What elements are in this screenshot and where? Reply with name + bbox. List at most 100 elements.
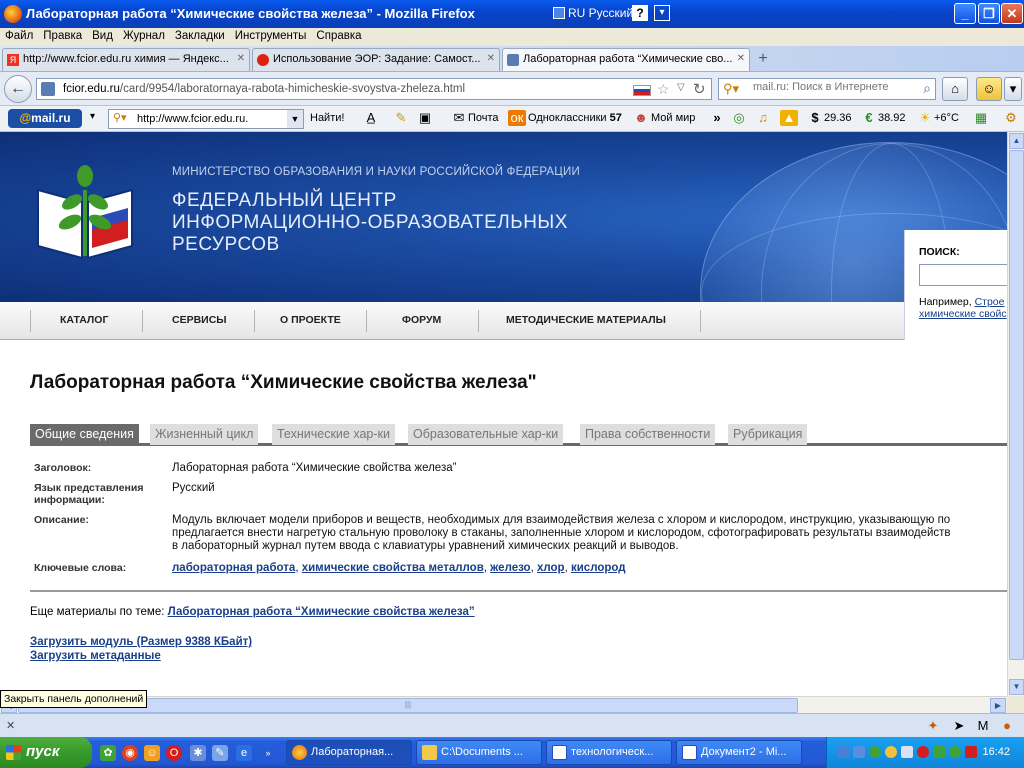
tray-icq-icon[interactable] xyxy=(933,746,945,758)
mailru-search-value[interactable]: http://www.fcior.edu.ru. xyxy=(137,113,248,125)
addon-circle-icon[interactable]: ◎ xyxy=(730,110,748,126)
games-icon[interactable]: ▲ xyxy=(780,110,798,126)
new-tab-button[interactable]: + xyxy=(752,50,774,68)
quicklaunch-tools-icon[interactable]: ✱ xyxy=(190,745,206,761)
search-example-link-2[interactable]: химические свойс xyxy=(919,308,1007,320)
site-search-input[interactable] xyxy=(919,264,1007,286)
start-button[interactable]: пуск xyxy=(0,737,92,768)
search-bar[interactable]: ⚲▾ ⌕ xyxy=(718,78,936,100)
tab-rubrication[interactable]: Рубрикация xyxy=(728,424,808,445)
quicklaunch-agent-icon[interactable]: ☺ xyxy=(144,745,160,761)
help-button[interactable]: ? xyxy=(632,5,648,21)
close-tab-icon[interactable]: ✕ xyxy=(487,53,495,64)
menu-help[interactable]: Справка xyxy=(311,28,366,44)
nav-forum[interactable]: ФОРУМ xyxy=(402,314,441,326)
tab-technical[interactable]: Технические хар-ки xyxy=(272,424,395,445)
quicklaunch-opera-icon[interactable]: O xyxy=(166,745,182,761)
odnoklassniki-link[interactable]: Одноклассники 57 xyxy=(528,112,622,124)
music-icon[interactable]: ♫ xyxy=(754,110,772,126)
cursor-icon[interactable]: ➤ xyxy=(950,718,968,734)
browser-tab-fcior[interactable]: Лабораторная работа “Химические сво... ✕ xyxy=(502,48,750,71)
nav-catalog[interactable]: КАТАЛОГ xyxy=(60,314,108,326)
tray-network2-icon[interactable] xyxy=(853,746,865,758)
menu-edit[interactable]: Правка xyxy=(38,28,87,44)
tray-smile-icon[interactable] xyxy=(885,746,897,758)
screen-icon[interactable]: ▣ xyxy=(416,110,434,126)
nav-services[interactable]: СЕРВИСЫ xyxy=(172,314,227,326)
mailru-menu-dropdown-icon[interactable]: ▾ xyxy=(90,111,95,122)
mailru-search-combo[interactable]: ⚲▾ http://www.fcior.edu.ru. ▼ xyxy=(108,109,304,129)
window-title-bar[interactable]: Лабораторная работа “Химические свойства… xyxy=(0,0,1024,28)
tab-rights[interactable]: Права собственности xyxy=(580,424,716,445)
scroll-thumb[interactable] xyxy=(1009,150,1024,660)
close-addon-bar-icon[interactable]: ✕ xyxy=(6,719,15,732)
quicklaunch-more-icon[interactable]: » xyxy=(260,745,276,761)
myworld-link[interactable]: Мой мир xyxy=(651,112,695,124)
nav-about[interactable]: О ПРОЕКТЕ xyxy=(280,314,341,326)
mail-link[interactable]: Почта xyxy=(468,112,499,124)
scroll-down-arrow[interactable]: ▼ xyxy=(1009,679,1024,695)
quicklaunch-app-icon[interactable]: ✎ xyxy=(212,745,228,761)
horoscope-icon[interactable]: ▦ xyxy=(972,110,990,126)
mailru-logo[interactable]: @mail.ru xyxy=(8,109,82,128)
more-materials-link[interactable]: Лабораторная работа “Химические свойства… xyxy=(168,606,475,618)
gmail-icon[interactable]: M xyxy=(974,718,992,734)
keyword-link[interactable]: лабораторная работа xyxy=(172,562,295,574)
keyword-link[interactable]: химические свойства металлов xyxy=(302,562,484,574)
keyword-link[interactable]: железо xyxy=(490,562,530,574)
tray-volume-icon[interactable] xyxy=(901,746,913,758)
search-go-icon[interactable]: ⌕ xyxy=(923,80,931,97)
tab-educational[interactable]: Образовательные хар-ки xyxy=(408,424,564,445)
browser-tab-eor[interactable]: Использование ЭОР: Задание: Самост... ✕ xyxy=(252,48,500,71)
tab-general-info[interactable]: Общие сведения xyxy=(30,424,139,445)
language-bar-options-icon[interactable]: ▾ xyxy=(654,5,670,21)
close-tab-icon[interactable]: ✕ xyxy=(237,53,245,64)
addon-face-icon[interactable]: ☺ xyxy=(976,77,1002,101)
quicklaunch-ie-icon[interactable]: e xyxy=(236,745,252,761)
quicklaunch-chrome-icon[interactable]: ◉ xyxy=(122,745,138,761)
tray-opera-icon[interactable] xyxy=(917,746,929,758)
bookmark-star-icon[interactable]: ☆ xyxy=(657,81,670,98)
minimize-button[interactable]: _ xyxy=(954,3,976,24)
reload-icon[interactable]: ↻ xyxy=(693,80,706,98)
mailru-search-engine-icon[interactable]: ⚲▾ xyxy=(723,81,739,97)
menu-bookmarks[interactable]: Закладки xyxy=(170,28,230,44)
clock[interactable]: 16:42 xyxy=(982,746,1010,758)
vertical-scrollbar[interactable]: ▲ ▼ xyxy=(1007,132,1024,696)
taskbar-item-firefox[interactable]: Лабораторная... xyxy=(286,740,412,765)
search-input[interactable] xyxy=(753,81,913,93)
more-chevron-icon[interactable]: » xyxy=(708,110,726,126)
language-indicator[interactable]: RU Русский xyxy=(553,6,633,20)
maximize-button[interactable]: ❐ xyxy=(978,3,1000,24)
settings-gear-icon[interactable]: ⚙ xyxy=(1002,110,1020,126)
highlighter-icon[interactable]: ✎ xyxy=(392,110,410,126)
firefox-small-icon[interactable]: ● xyxy=(998,718,1016,734)
scroll-right-arrow[interactable]: ▶ xyxy=(990,698,1006,713)
font-size-icon[interactable]: A̲ xyxy=(362,110,380,126)
keyword-link[interactable]: кислород xyxy=(571,562,626,574)
browser-tab-yandex[interactable]: Я http://www.fcior.edu.ru химия — Яндекс… xyxy=(2,48,250,71)
fcior-emblem-logo[interactable] xyxy=(32,160,138,266)
combo-arrow-icon[interactable]: ▼ xyxy=(287,110,303,128)
url-dropdown-icon[interactable]: ▽ xyxy=(677,82,685,93)
tray-torrent-icon[interactable] xyxy=(949,746,961,758)
nav-methodical-materials[interactable]: МЕТОДИЧЕСКИЕ МАТЕРИАЛЫ xyxy=(506,314,666,326)
search-engine-icon[interactable]: ⚲▾ xyxy=(113,111,127,124)
download-module-link[interactable]: Загрузить модуль (Размер 9388 КБайт) xyxy=(30,636,252,648)
taskbar-item-word-1[interactable]: технологическ... xyxy=(546,740,672,765)
horizontal-scrollbar[interactable]: ◀ ||| ▶ xyxy=(0,696,1007,713)
menu-tools[interactable]: Инструменты xyxy=(230,28,312,44)
find-button[interactable]: Найти! xyxy=(310,112,344,124)
taskbar-item-word-2[interactable]: Документ2 - Mi... xyxy=(676,740,802,765)
taskbar-item-explorer[interactable]: C:\Documents ... xyxy=(416,740,542,765)
tray-network-icon[interactable] xyxy=(837,746,849,758)
url-text[interactable]: fcior.edu.ru/card/9954/laboratornaya-rab… xyxy=(63,83,465,95)
home-button[interactable]: ⌂ xyxy=(942,77,968,101)
myworld-icon[interactable]: ☻ xyxy=(632,110,650,126)
scroll-up-arrow[interactable]: ▲ xyxy=(1009,133,1024,149)
close-tab-icon[interactable]: ✕ xyxy=(737,53,745,64)
toolbar-dropdown-icon[interactable]: ▾ xyxy=(1004,77,1022,101)
addon-fox-icon[interactable]: ✦ xyxy=(924,718,942,734)
quicklaunch-icq-icon[interactable]: ✿ xyxy=(100,745,116,761)
menu-history[interactable]: Журнал xyxy=(118,28,170,44)
